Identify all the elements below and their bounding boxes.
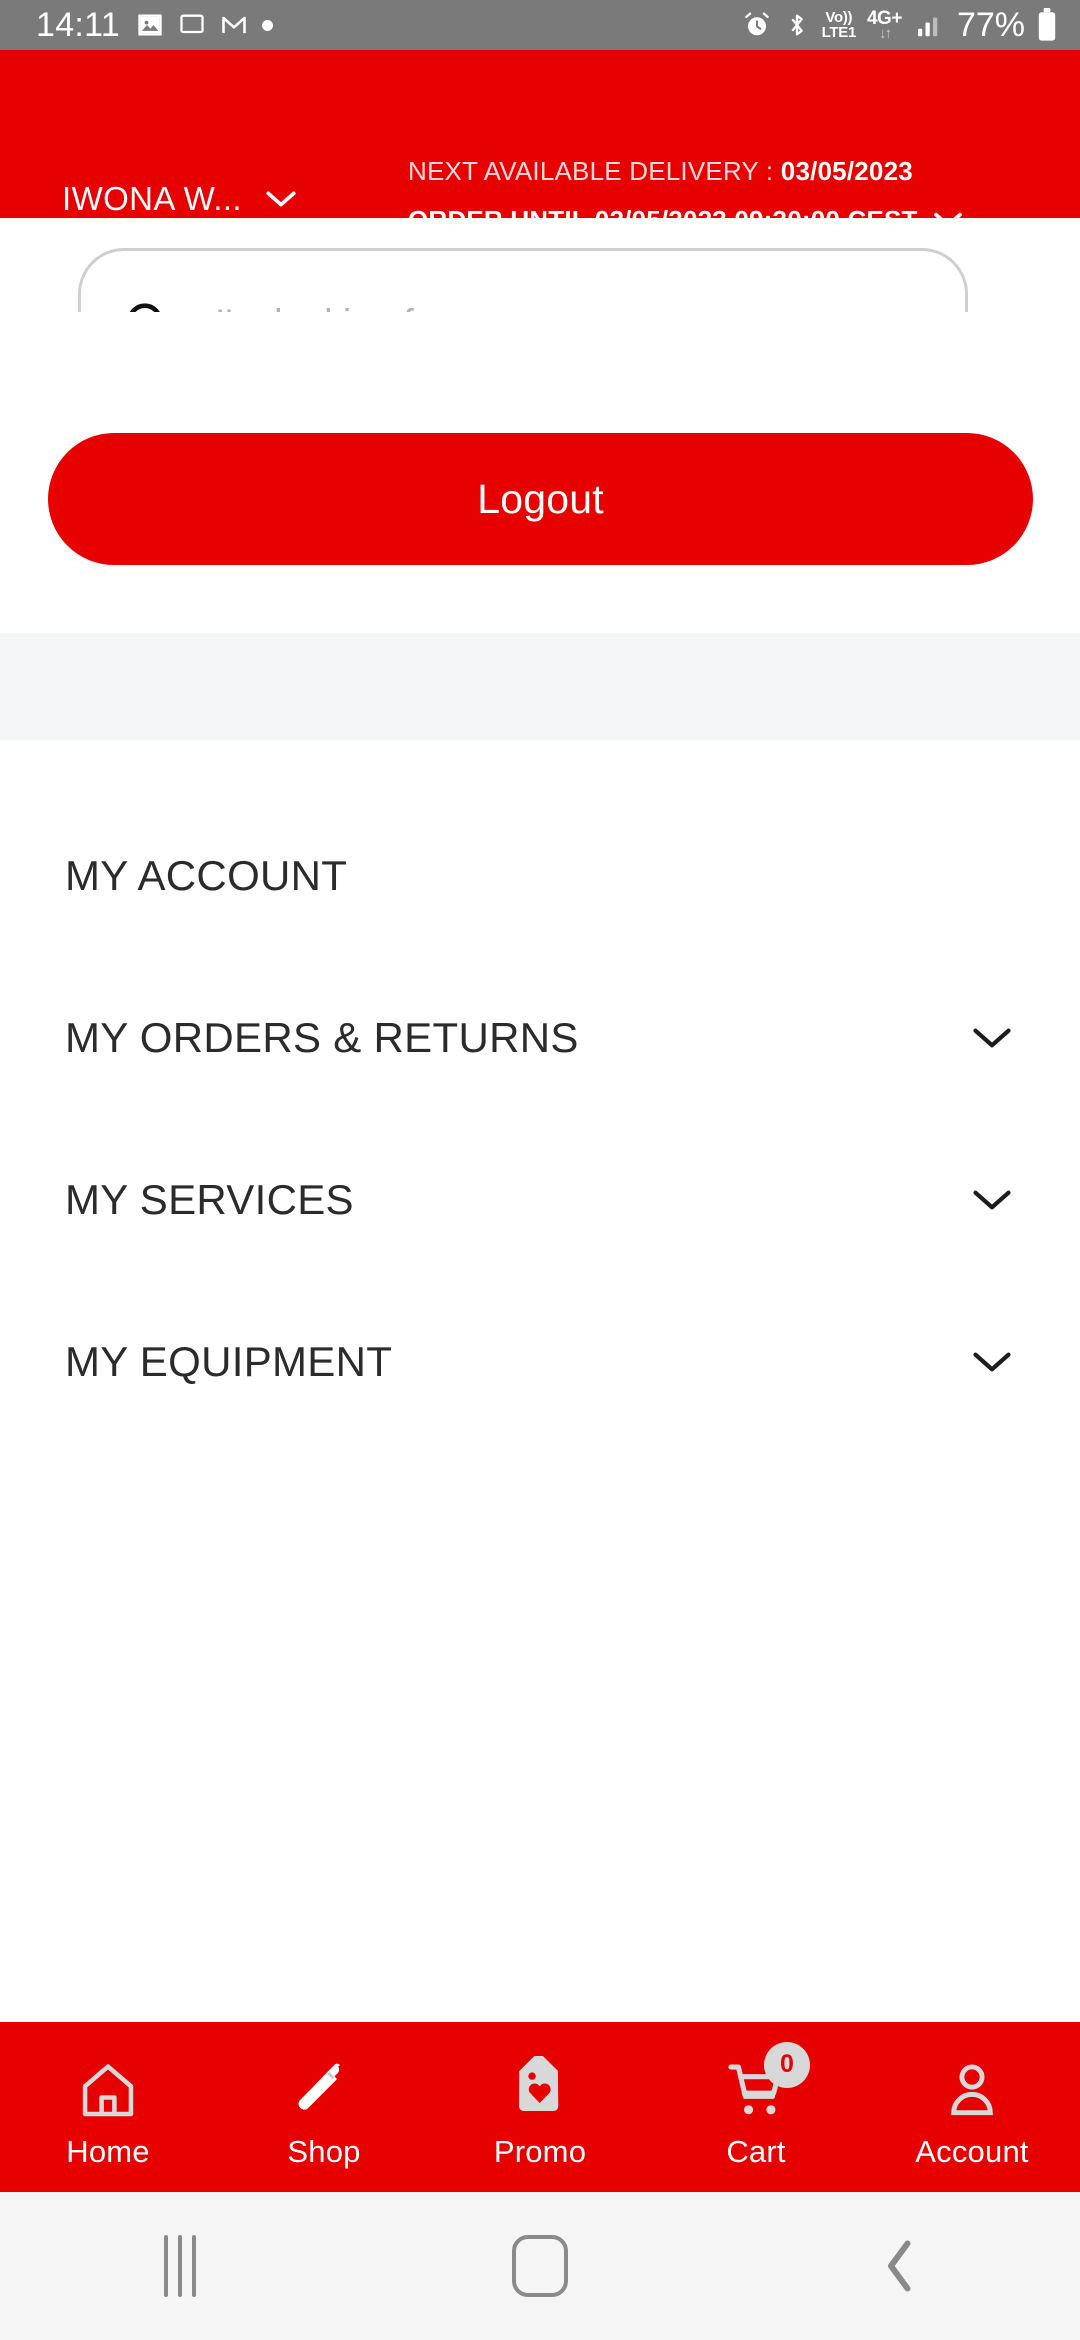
- next-delivery-date: 03/05/2023: [780, 156, 913, 186]
- nav-item-label: Home: [66, 2133, 150, 2169]
- volte-icon: Vo)) LTE1: [821, 9, 857, 41]
- search-icon: [129, 303, 160, 312]
- bottom-navigation: Home Shop Promo 0 Cart Account: [0, 2022, 1080, 2192]
- account-selector[interactable]: IWONA W...: [62, 182, 298, 215]
- nav-item-promo[interactable]: Promo: [432, 2022, 648, 2192]
- menu-item-my-services[interactable]: MY SERVICES: [0, 1119, 1080, 1281]
- status-bar: 14:11 Vo)) LTE1 4G+ ↓↑ 77%: [0, 0, 1080, 50]
- app-screen: 14:11 Vo)) LTE1 4G+ ↓↑ 77% IWONA W... NE…: [0, 0, 1080, 2340]
- nav-item-label: Promo: [493, 2133, 587, 2169]
- menu-item-my-equipment[interactable]: MY EQUIPMENT: [0, 1281, 1080, 1443]
- menu-item-my-orders-returns[interactable]: MY ORDERS & RETURNS: [0, 957, 1080, 1119]
- chevron-down-icon: [973, 1352, 1011, 1372]
- battery-icon: [1038, 8, 1056, 41]
- section-divider: [0, 633, 1080, 740]
- android-recents-button[interactable]: [0, 2192, 360, 2340]
- account-menu: MY ACCOUNT MY ORDERS & RETURNS MY SERVIC…: [0, 795, 1080, 1443]
- bluetooth-icon: [791, 14, 803, 36]
- nav-item-label: Account: [915, 2133, 1029, 2169]
- status-bar-system-icons: Vo)) LTE1 4G+ ↓↑ 77%: [742, 6, 1058, 45]
- menu-item-label: MY EQUIPMENT: [65, 1338, 393, 1385]
- gmail-icon: [222, 16, 246, 34]
- menu-item-my-account[interactable]: MY ACCOUNT: [0, 795, 1080, 957]
- account-name: IWONA W...: [62, 180, 243, 217]
- nav-item-cart[interactable]: 0 Cart: [648, 2022, 864, 2192]
- signal-icon: [917, 17, 938, 37]
- next-delivery-line: NEXT AVAILABLE DELIVERY : 03/05/2023: [408, 158, 1008, 184]
- cart-badge: 0: [764, 2041, 810, 2088]
- tag-heart-icon: [518, 2055, 559, 2111]
- image-icon: [138, 14, 162, 36]
- network-icon: 4G+ ↓↑: [866, 8, 902, 42]
- person-icon: [951, 2064, 993, 2115]
- status-bar-clock: 14:11: [36, 6, 121, 44]
- bottle-icon: [298, 2063, 340, 2110]
- menu-item-label: MY ACCOUNT: [65, 852, 348, 899]
- nav-item-label: Shop: [287, 2133, 361, 2169]
- next-delivery-label: NEXT AVAILABLE DELIVERY :: [408, 156, 774, 186]
- menu-item-label: MY ORDERS & RETURNS: [65, 1014, 579, 1061]
- chevron-down-icon: [973, 1190, 1011, 1210]
- home-icon: [82, 2063, 134, 2116]
- nav-item-label: Cart: [726, 2133, 786, 2169]
- nav-item-home[interactable]: Home: [0, 2022, 216, 2192]
- app-header: IWONA W... NEXT AVAILABLE DELIVERY : 03/…: [0, 50, 1080, 246]
- recents-icon: [164, 2235, 196, 2297]
- android-home-button[interactable]: [360, 2192, 720, 2340]
- search-input[interactable]: I'm looking for: [215, 302, 447, 312]
- android-back-button[interactable]: [720, 2192, 1080, 2340]
- logout-button[interactable]: Logout: [48, 433, 1033, 565]
- battery-percent: 77%: [956, 5, 1025, 44]
- nav-item-shop[interactable]: Shop: [216, 2022, 432, 2192]
- dot-icon: [262, 19, 274, 31]
- back-chevron-icon: [888, 2240, 911, 2292]
- search-bar[interactable]: I'm looking for: [78, 248, 968, 312]
- android-navigation-bar: [0, 2192, 1080, 2340]
- menu-item-label: MY SERVICES: [65, 1176, 354, 1223]
- alarm-icon: [744, 12, 769, 36]
- status-bar-notification-icons: [136, 11, 274, 39]
- chat-bubble-icon: [180, 14, 204, 34]
- search-section: I'm looking for: [0, 218, 1080, 312]
- nav-item-account[interactable]: Account: [864, 2022, 1080, 2192]
- chevron-down-icon: [973, 1028, 1011, 1048]
- chevron-down-icon: [266, 190, 296, 207]
- home-square-icon: [512, 2235, 568, 2297]
